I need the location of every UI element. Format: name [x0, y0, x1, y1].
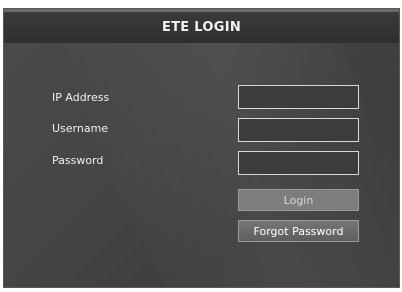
ip-address-input[interactable]	[238, 85, 359, 109]
page-title: ETE LOGIN	[161, 20, 242, 35]
header-bar: ETE LOGIN	[4, 9, 399, 43]
username-input[interactable]	[238, 118, 359, 142]
password-label: Password	[52, 154, 104, 167]
login-button[interactable]: Login	[238, 189, 359, 211]
login-panel: ETE LOGIN IP Address Username Password L…	[3, 8, 400, 288]
password-input[interactable]	[238, 151, 359, 175]
forgot-password-button[interactable]: Forgot Password	[238, 220, 359, 242]
ip-address-label: IP Address	[52, 91, 110, 104]
username-label: Username	[52, 122, 109, 135]
